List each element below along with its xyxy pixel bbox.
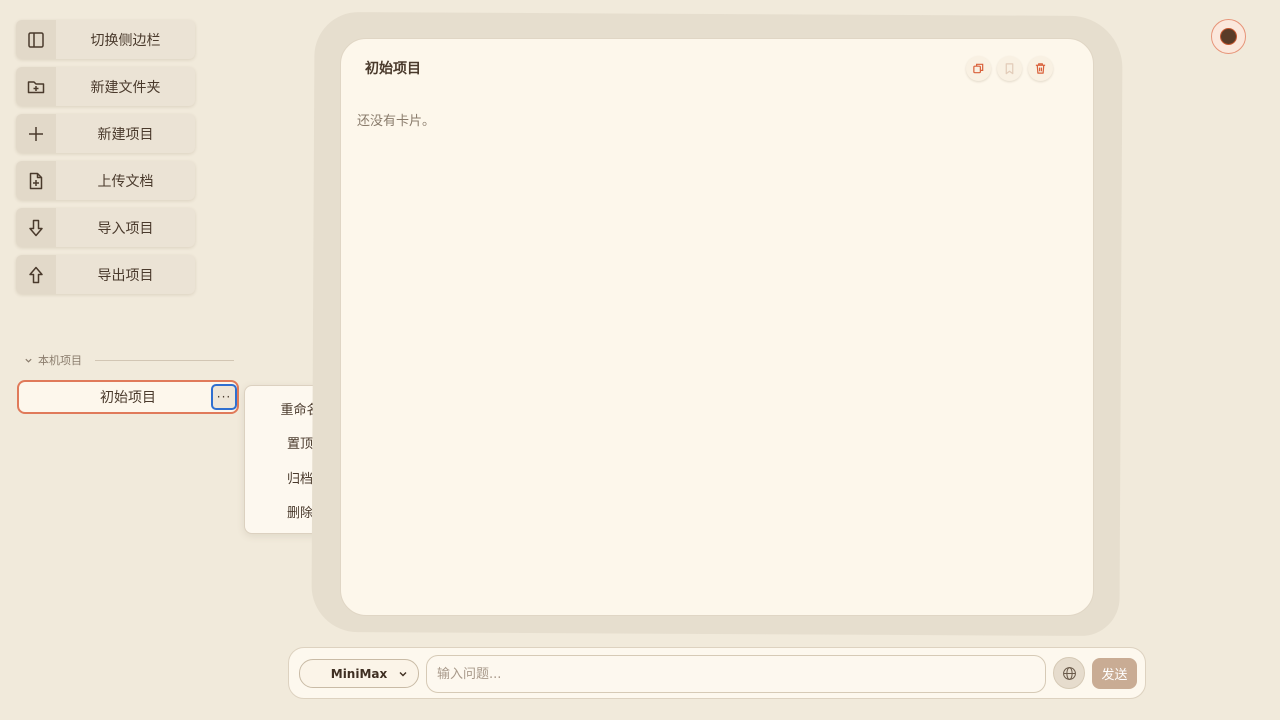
- question-input[interactable]: [426, 655, 1046, 693]
- chevron-down-icon: [25, 358, 32, 363]
- record-button[interactable]: [1211, 19, 1246, 54]
- card-title: 初始项目: [365, 61, 421, 77]
- upload-document-label: 上传文档: [97, 173, 154, 190]
- globe-icon: [1062, 666, 1076, 680]
- web-search-button[interactable]: [1053, 657, 1085, 689]
- chevron-down-icon: [399, 672, 407, 677]
- trash-icon: [1035, 63, 1046, 74]
- section-divider: [95, 359, 234, 361]
- import-project-label: 导入项目: [97, 220, 154, 237]
- toggle-sidebar-label: 切换侧边栏: [90, 32, 161, 49]
- record-dot-icon: [1220, 28, 1237, 45]
- project-item[interactable]: 初始项目: [17, 380, 239, 414]
- bookmark-button[interactable]: [997, 56, 1022, 81]
- new-folder-button[interactable]: 新建文件夹: [16, 67, 195, 106]
- duplicate-button[interactable]: [966, 56, 991, 81]
- project-item-label: 初始项目: [100, 390, 156, 406]
- chat-input-bar: MiniMax 发送: [288, 647, 1146, 699]
- new-project-label: 新建项目: [97, 126, 154, 143]
- bookmark-icon: [1005, 63, 1014, 75]
- arrow-up-icon: [16, 255, 56, 294]
- model-select[interactable]: MiniMax: [299, 659, 419, 688]
- model-select-label: MiniMax: [330, 666, 388, 681]
- new-folder-label: 新建文件夹: [90, 79, 161, 96]
- empty-cards-message: 还没有卡片。: [357, 114, 436, 129]
- card-actions: [966, 56, 1053, 81]
- project-card: 初始项目 还没有卡片。: [340, 38, 1094, 616]
- upload-document-button[interactable]: 上传文档: [16, 161, 195, 200]
- file-plus-icon: [16, 161, 56, 200]
- export-project-label: 导出项目: [97, 267, 154, 284]
- local-projects-header[interactable]: 本机项目: [24, 352, 234, 368]
- delete-button[interactable]: [1028, 56, 1053, 81]
- export-project-button[interactable]: 导出项目: [16, 255, 195, 294]
- plus-icon: [16, 114, 56, 153]
- send-button[interactable]: 发送: [1092, 658, 1137, 689]
- arrow-down-icon: [16, 208, 56, 247]
- project-more-button[interactable]: ···: [211, 384, 237, 410]
- duplicate-icon: [973, 63, 984, 74]
- folder-plus-icon: [16, 67, 56, 106]
- sidebar-toolbar: 切换侧边栏 新建文件夹 新建项目 上传文档 导入项目 导出项目: [16, 20, 195, 302]
- sidebar-toggle-icon: [16, 20, 56, 59]
- new-project-button[interactable]: 新建项目: [16, 114, 195, 153]
- local-projects-title: 本机项目: [38, 354, 82, 367]
- toggle-sidebar-button[interactable]: 切换侧边栏: [16, 20, 195, 59]
- import-project-button[interactable]: 导入项目: [16, 208, 195, 247]
